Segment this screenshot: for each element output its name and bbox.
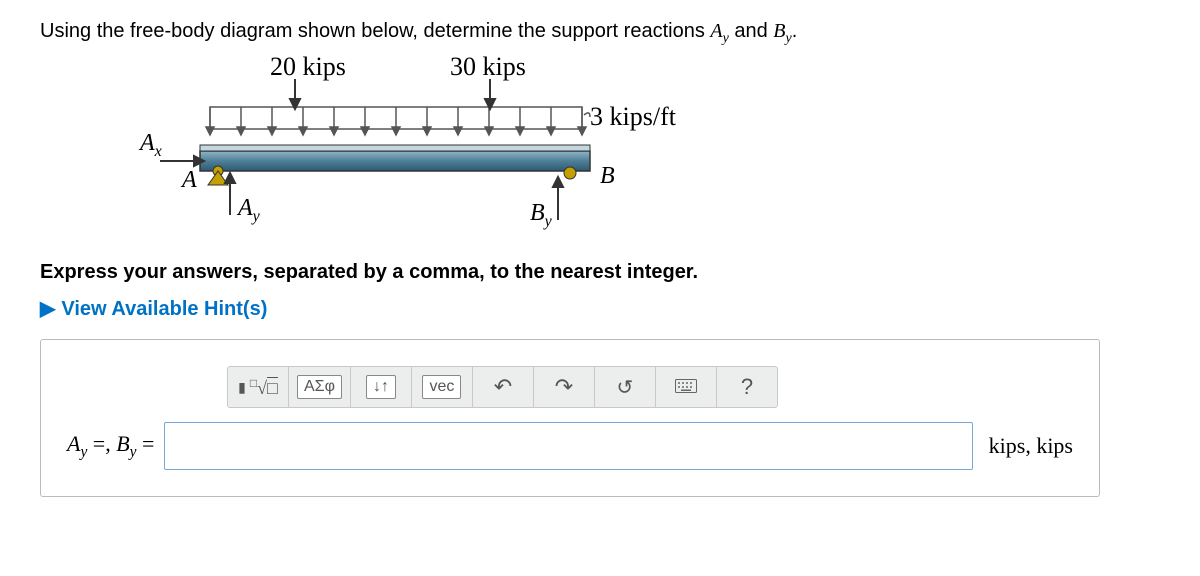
answer-input[interactable] xyxy=(164,422,972,470)
B-label: B xyxy=(600,163,615,189)
var-By: By xyxy=(773,20,791,42)
redo-icon: ↷ xyxy=(555,374,573,400)
instruction-text: Express your answers, separated by a com… xyxy=(40,261,1160,284)
Ay-label: Ay xyxy=(236,195,261,225)
undo-icon: ↶ xyxy=(494,374,512,400)
answer-units: kips, kips xyxy=(989,433,1073,459)
keyboard-icon xyxy=(675,377,697,398)
greek-button[interactable]: ΑΣφ xyxy=(289,367,351,407)
answer-panel: ▮ □√□ ΑΣφ ↓↑ vec ↶ ↷ ↺ xyxy=(40,339,1100,497)
question-text: Using the free-body diagram shown below,… xyxy=(40,20,1160,47)
reset-icon: ↺ xyxy=(617,375,634,400)
answer-lhs: Ay =, By = xyxy=(67,431,154,461)
load2-label: 30 kips xyxy=(450,55,526,81)
answer-row: Ay =, By = kips, kips xyxy=(67,422,1073,470)
question-mid: and xyxy=(729,20,773,42)
load1-label: 20 kips xyxy=(270,55,346,81)
greek-label: ΑΣφ xyxy=(297,375,342,399)
free-body-diagram: 20 kips 30 kips 3 kips/ft xyxy=(100,55,1160,241)
equation-toolbar: ▮ □√□ ΑΣφ ↓↑ vec ↶ ↷ ↺ xyxy=(227,366,778,408)
reset-button[interactable]: ↺ xyxy=(595,367,656,407)
Ax-label: Ax xyxy=(138,130,162,160)
question-prefix: Using the free-body diagram shown below,… xyxy=(40,20,710,42)
subsup-button[interactable]: ↓↑ xyxy=(351,367,412,407)
undo-button[interactable]: ↶ xyxy=(473,367,534,407)
subsup-icon: ↓↑ xyxy=(366,375,396,399)
hints-label: View Available Hint(s) xyxy=(61,298,267,320)
redo-button[interactable]: ↷ xyxy=(534,367,595,407)
view-hints-toggle[interactable]: ▶ View Available Hint(s) xyxy=(40,296,1160,321)
help-button[interactable]: ? xyxy=(717,367,777,407)
templates-button[interactable]: ▮ □√□ xyxy=(228,367,289,407)
chevron-right-icon: ▶ xyxy=(40,296,55,321)
vec-button[interactable]: vec xyxy=(412,367,473,407)
templates-icon: ▮ xyxy=(238,379,246,396)
A-label: A xyxy=(180,167,197,193)
vec-label: vec xyxy=(422,375,461,399)
help-icon: ? xyxy=(741,374,753,400)
question-suffix: . xyxy=(792,20,798,42)
var-Ay: Ay xyxy=(710,20,728,42)
By-label: By xyxy=(530,200,553,230)
distload-label: 3 kips/ft xyxy=(590,102,677,131)
keyboard-button[interactable] xyxy=(656,367,717,407)
